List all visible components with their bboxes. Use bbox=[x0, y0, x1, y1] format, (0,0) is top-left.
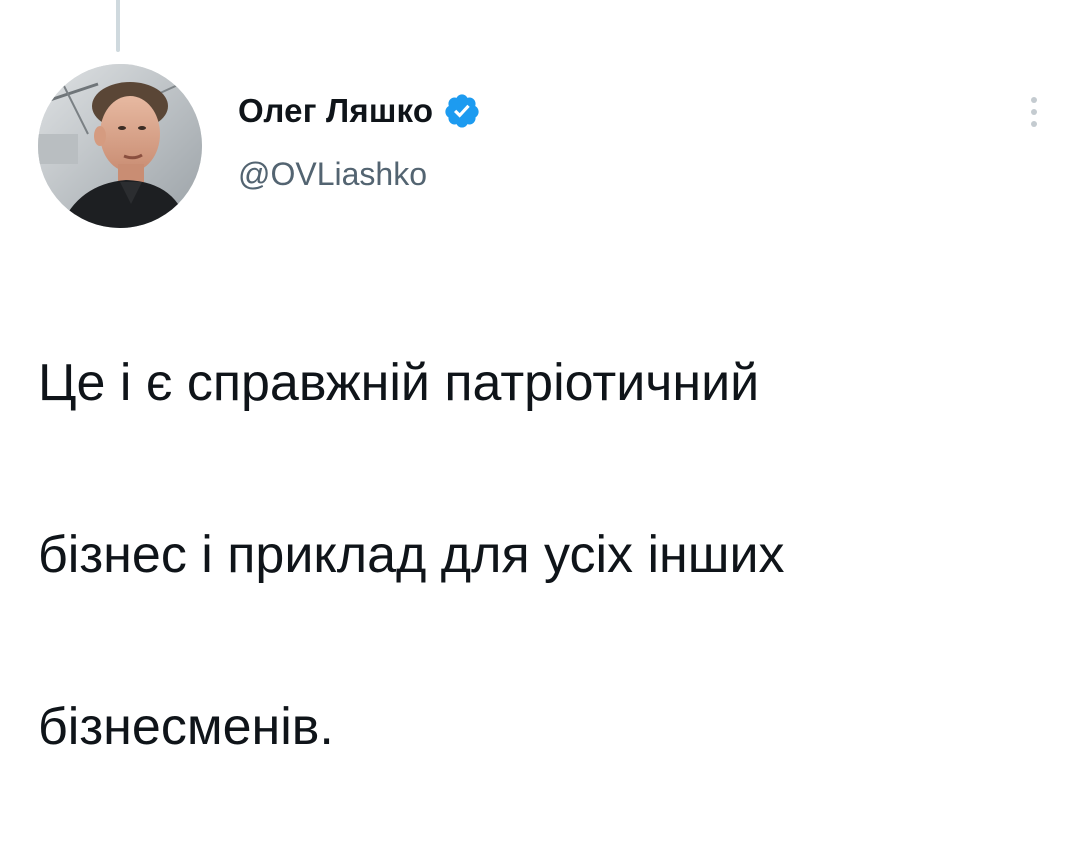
avatar-photo-icon bbox=[38, 64, 202, 228]
author-name-row: Олег Ляшко bbox=[238, 88, 481, 134]
author-display-name[interactable]: Олег Ляшко bbox=[238, 92, 433, 130]
tweet-text-line: Це і є справжній патріотичний bbox=[38, 354, 760, 412]
author-handle[interactable]: @OVLiashko bbox=[238, 156, 427, 193]
more-vertical-icon[interactable] bbox=[1024, 94, 1044, 130]
avatar[interactable] bbox=[38, 64, 202, 228]
thread-connector-line bbox=[116, 0, 120, 52]
verified-badge-icon bbox=[445, 94, 479, 128]
tweet-text-line: бізнесменів. bbox=[38, 698, 334, 756]
tweet-text-line: бізнес і приклад для усіх інших bbox=[38, 526, 785, 584]
tweet-text: Це і є справжній патріотичний бізнес і п… bbox=[38, 254, 1048, 856]
